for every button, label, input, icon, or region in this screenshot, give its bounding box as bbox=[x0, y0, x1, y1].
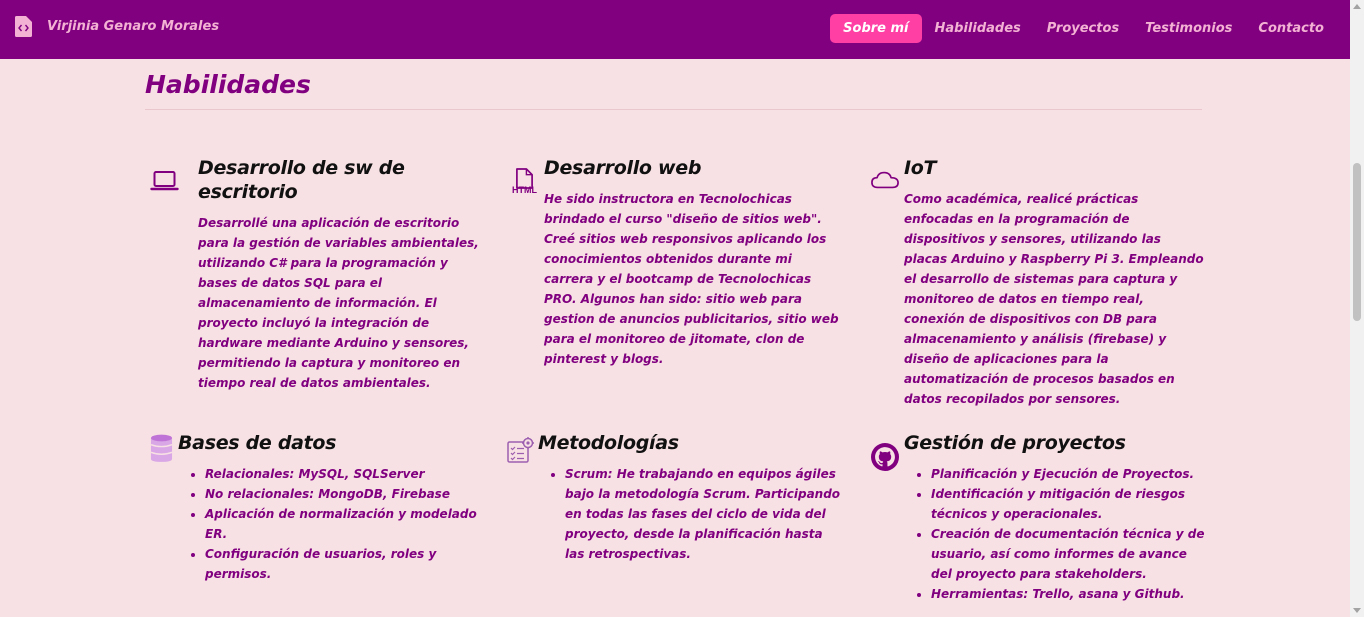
card-text: Como académica, realicé prácticas enfoca… bbox=[904, 192, 1204, 406]
card-text: He sido instructora en Tecnolochicas bri… bbox=[544, 192, 839, 366]
card-list: Planificación y Ejecución de Proyectos. … bbox=[904, 464, 1205, 604]
scrollbar-thumb[interactable] bbox=[1353, 163, 1361, 321]
list-item: Relacionales: MySQL, SQLServer bbox=[205, 464, 480, 484]
scroll-down-icon[interactable] bbox=[1353, 608, 1361, 613]
section-title: Habilidades bbox=[145, 70, 311, 99]
scroll-up-icon[interactable] bbox=[1353, 4, 1361, 9]
nav-contacto[interactable]: Contacto bbox=[1245, 14, 1337, 43]
card-title: IoT bbox=[904, 157, 937, 179]
main-nav: Sobre mí Habilidades Proyectos Testimoni… bbox=[830, 14, 1337, 43]
card-title: Bases de datos bbox=[178, 432, 337, 454]
list-item: Scrum: He trabajando en equipos ágiles b… bbox=[565, 464, 845, 564]
code-file-icon bbox=[15, 16, 32, 37]
html-file-icon: HTML bbox=[512, 168, 540, 198]
card-list: Relacionales: MySQL, SQLServer No relaci… bbox=[178, 464, 480, 584]
card-title: Gestión de proyectos bbox=[904, 432, 1126, 454]
brand-name: Virjinia Genaro Morales bbox=[47, 19, 220, 34]
list-item: Aplicación de normalización y modelado E… bbox=[205, 504, 480, 544]
card-text: Desarrollé una aplicación de escritorio … bbox=[198, 216, 479, 390]
html-label: HTML bbox=[512, 185, 537, 195]
card-title: Desarrollo de sw de escritorio bbox=[198, 157, 405, 203]
nav-sobre-mi[interactable]: Sobre mí bbox=[830, 14, 922, 43]
cloud-icon bbox=[871, 171, 899, 189]
list-item: Configuración de usuarios, roles y permi… bbox=[205, 544, 480, 584]
laptop-icon bbox=[150, 171, 179, 191]
list-item: Planificación y Ejecución de Proyectos. bbox=[931, 464, 1205, 484]
list-item: Creación de documentación técnica y de u… bbox=[931, 524, 1205, 584]
github-icon bbox=[871, 443, 899, 471]
navbar: Virjinia Genaro Morales Sobre mí Habilid… bbox=[0, 0, 1350, 59]
nav-proyectos[interactable]: Proyectos bbox=[1034, 14, 1132, 43]
nav-habilidades[interactable]: Habilidades bbox=[922, 14, 1034, 43]
card-title: Desarrollo web bbox=[544, 157, 702, 179]
page-scrollbar[interactable] bbox=[1350, 0, 1364, 617]
list-item: Identificación y mitigación de riesgos t… bbox=[931, 484, 1205, 524]
brand[interactable]: Virjinia Genaro Morales bbox=[15, 16, 219, 37]
nav-testimonios[interactable]: Testimonios bbox=[1132, 14, 1245, 43]
list-item: Herramientas: Trello, asana y Github. bbox=[931, 584, 1205, 604]
card-list: Scrum: He trabajando en equipos ágiles b… bbox=[538, 464, 845, 564]
section-divider bbox=[145, 109, 1202, 110]
list-item: No relacionales: MongoDB, Firebase bbox=[205, 484, 480, 504]
card-title: Metodologías bbox=[538, 432, 679, 454]
database-icon bbox=[150, 434, 173, 462]
methodology-icon bbox=[507, 437, 534, 463]
